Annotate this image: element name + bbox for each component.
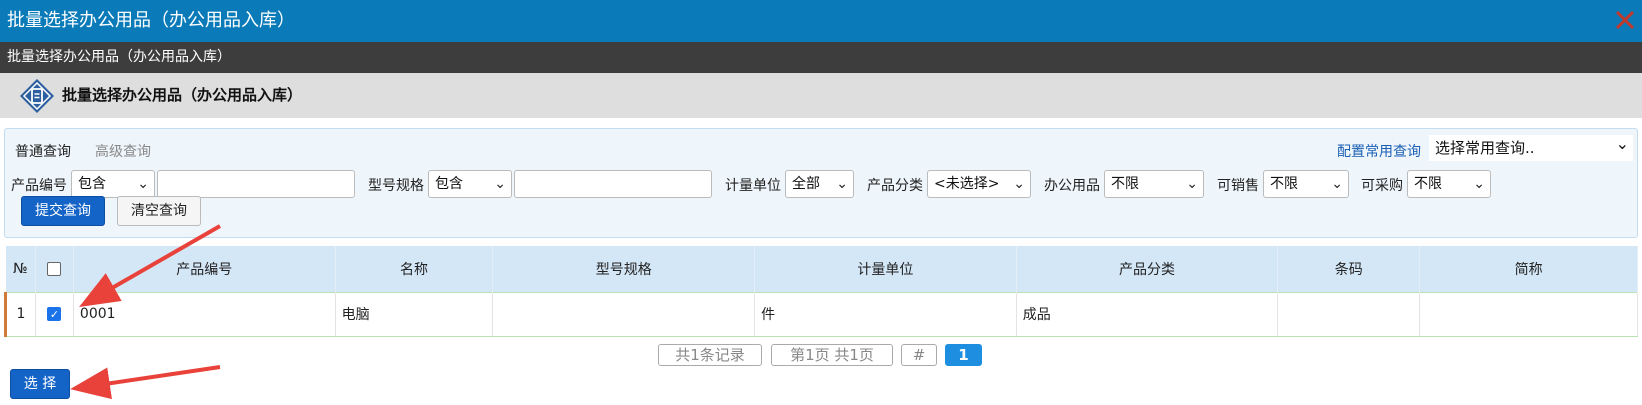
select-button[interactable]: 选 择 <box>10 369 70 399</box>
col-header-barcode[interactable]: 条码 <box>1277 246 1421 292</box>
table-header-row: № 产品编号 名称 型号规格 计量单位 产品分类 条码 简称 <box>5 246 1638 292</box>
pager-jump-button[interactable]: # <box>901 344 937 366</box>
unit-select[interactable]: 全部 ⌄ <box>785 170 854 198</box>
cell-model <box>492 291 756 337</box>
model-input[interactable] <box>514 170 712 198</box>
col-header-unit[interactable]: 计量单位 <box>754 246 1017 292</box>
chevron-down-icon: ⌄ <box>494 176 506 192</box>
col-header-product-no[interactable]: 产品编号 <box>73 246 336 292</box>
cell-product-no: 0001 <box>73 291 336 337</box>
col-header-short-name[interactable]: 简称 <box>1419 246 1638 292</box>
row-checkbox[interactable]: ✓ <box>47 307 62 321</box>
arrow-to-select-button <box>70 365 221 400</box>
col-header-select-all <box>35 246 74 292</box>
cell-row-no: 1 <box>4 291 36 337</box>
cell-select: ✓ <box>35 291 74 337</box>
chevron-down-icon: ⌄ <box>1473 176 1485 192</box>
dialog-subtitle: 批量选择办公用品（办公用品入库） <box>0 42 1642 73</box>
pager-page-info: 第1页 共1页 <box>771 344 893 366</box>
purchasable-select[interactable]: 不限 ⌄ <box>1407 170 1491 198</box>
table-row[interactable]: 1 ✓ 0001 电脑 件 成品 <box>4 291 1638 337</box>
tab-basic-query[interactable]: 普通查询 <box>15 141 71 161</box>
model-label: 型号规格 <box>368 178 424 194</box>
page-header: 批量选择办公用品（办公用品入库） <box>0 73 1642 118</box>
window-title: 批量选择办公用品（办公用品入库） <box>0 0 1642 42</box>
salable-label: 可销售 <box>1217 178 1259 194</box>
category-label: 产品分类 <box>867 178 923 194</box>
tab-advanced-query[interactable]: 高级查询 <box>95 141 151 161</box>
close-icon[interactable] <box>1614 9 1636 31</box>
salable-select[interactable]: 不限 ⌄ <box>1263 170 1349 198</box>
product-no-operator-select[interactable]: 包含 ⌄ <box>71 170 155 198</box>
clipboard-icon <box>20 79 54 113</box>
chevron-down-icon: ⌄ <box>1331 176 1343 192</box>
pager-record-count: 共1条记录 <box>658 344 762 366</box>
purchasable-label: 可采购 <box>1361 178 1403 194</box>
cell-category: 成品 <box>1016 291 1279 337</box>
product-table: № 产品编号 名称 型号规格 计量单位 产品分类 条码 简称 1 ✓ 0001 … <box>4 246 1638 337</box>
cell-barcode <box>1277 291 1421 337</box>
select-all-checkbox[interactable] <box>47 261 62 276</box>
office-supplies-label: 办公用品 <box>1044 178 1100 194</box>
page-title: 批量选择办公用品（办公用品入库） <box>62 86 303 104</box>
chevron-down-icon: ⌄ <box>1013 176 1025 192</box>
pager-current-page[interactable]: 1 <box>945 344 982 366</box>
cell-unit: 件 <box>754 291 1017 337</box>
unit-label: 计量单位 <box>725 178 781 194</box>
office-supplies-select[interactable]: 不限 ⌄ <box>1104 170 1204 198</box>
cell-short-name <box>1419 291 1638 337</box>
col-header-model[interactable]: 型号规格 <box>492 246 756 292</box>
query-panel: 普通查询 高级查询 配置常用查询 选择常用查询.. 产品编号 包含⌄ 型号规格 … <box>4 128 1638 238</box>
model-operator-select[interactable]: 包含 ⌄ <box>428 170 512 198</box>
submit-query-button[interactable]: 提交查询 <box>21 196 105 226</box>
configure-common-query-link[interactable]: 配置常用查询 <box>1337 141 1421 161</box>
category-select[interactable]: <未选择> ⌄ <box>927 170 1031 198</box>
chevron-down-icon: ⌄ <box>1186 176 1198 192</box>
col-header-category[interactable]: 产品分类 <box>1016 246 1279 292</box>
cell-name: 电脑 <box>335 291 494 337</box>
col-header-name[interactable]: 名称 <box>335 246 494 292</box>
product-no-input[interactable] <box>157 170 355 198</box>
col-header-no: № <box>5 246 36 292</box>
common-query-select[interactable]: 选择常用查询.. <box>1429 131 1633 161</box>
clear-query-button[interactable]: 清空查询 <box>117 196 201 226</box>
chevron-down-icon: ⌄ <box>836 176 848 192</box>
chevron-down-icon: ⌄ <box>137 176 149 192</box>
